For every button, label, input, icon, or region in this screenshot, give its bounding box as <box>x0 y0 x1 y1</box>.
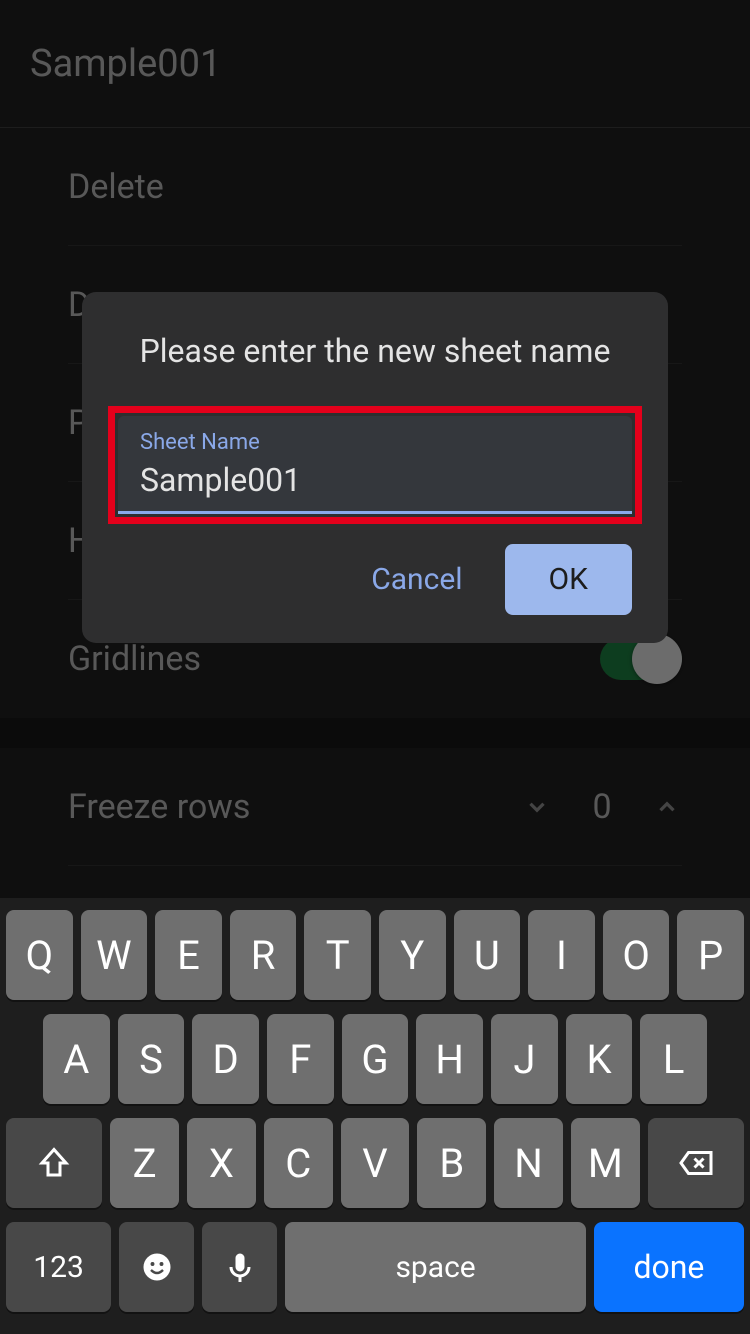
key-i[interactable]: I <box>528 910 595 1000</box>
key-z[interactable]: Z <box>110 1118 179 1208</box>
key-o[interactable]: O <box>603 910 670 1000</box>
key-j[interactable]: J <box>491 1014 558 1104</box>
key-k[interactable]: K <box>566 1014 633 1104</box>
key-m[interactable]: M <box>571 1118 640 1208</box>
numbers-key[interactable]: 123 <box>6 1222 111 1312</box>
key-x[interactable]: X <box>187 1118 256 1208</box>
field-label: Sheet Name <box>140 430 610 455</box>
keyboard-row-2: A S D F G H J K L <box>6 1014 744 1104</box>
key-n[interactable]: N <box>494 1118 563 1208</box>
keyboard-row-1: Q W E R T Y U I O P <box>6 910 744 1000</box>
key-s[interactable]: S <box>118 1014 185 1104</box>
key-y[interactable]: Y <box>379 910 446 1000</box>
key-r[interactable]: R <box>230 910 297 1000</box>
dialog-actions: Cancel OK <box>118 544 632 615</box>
key-t[interactable]: T <box>304 910 371 1000</box>
sheet-name-input[interactable] <box>140 461 610 499</box>
keyboard-row-3: Z X C V B N M <box>6 1118 744 1208</box>
key-e[interactable]: E <box>155 910 222 1000</box>
keyboard-row-4: 123 space done <box>6 1222 744 1312</box>
cancel-button[interactable]: Cancel <box>363 546 470 613</box>
emoji-key[interactable] <box>119 1222 194 1312</box>
key-p[interactable]: P <box>677 910 744 1000</box>
key-c[interactable]: C <box>264 1118 333 1208</box>
sheet-name-field[interactable]: Sheet Name <box>118 416 632 514</box>
space-key[interactable]: space <box>285 1222 585 1312</box>
ok-button[interactable]: OK <box>505 544 632 615</box>
backspace-key[interactable] <box>648 1118 744 1208</box>
annotation-highlight: Sheet Name <box>108 406 642 524</box>
rename-sheet-dialog: Please enter the new sheet name Sheet Na… <box>82 292 668 643</box>
on-screen-keyboard: Q W E R T Y U I O P A S D F G H J K L Z <box>0 898 750 1334</box>
shift-key[interactable] <box>6 1118 102 1208</box>
key-d[interactable]: D <box>192 1014 259 1104</box>
key-v[interactable]: V <box>341 1118 410 1208</box>
key-q[interactable]: Q <box>6 910 73 1000</box>
key-w[interactable]: W <box>81 910 148 1000</box>
dialog-title: Please enter the new sheet name <box>118 332 632 370</box>
key-b[interactable]: B <box>417 1118 486 1208</box>
mic-key[interactable] <box>202 1222 277 1312</box>
key-l[interactable]: L <box>640 1014 707 1104</box>
key-u[interactable]: U <box>454 910 521 1000</box>
key-f[interactable]: F <box>267 1014 334 1104</box>
done-key[interactable]: done <box>594 1222 744 1312</box>
key-a[interactable]: A <box>43 1014 110 1104</box>
key-g[interactable]: G <box>342 1014 409 1104</box>
key-h[interactable]: H <box>416 1014 483 1104</box>
